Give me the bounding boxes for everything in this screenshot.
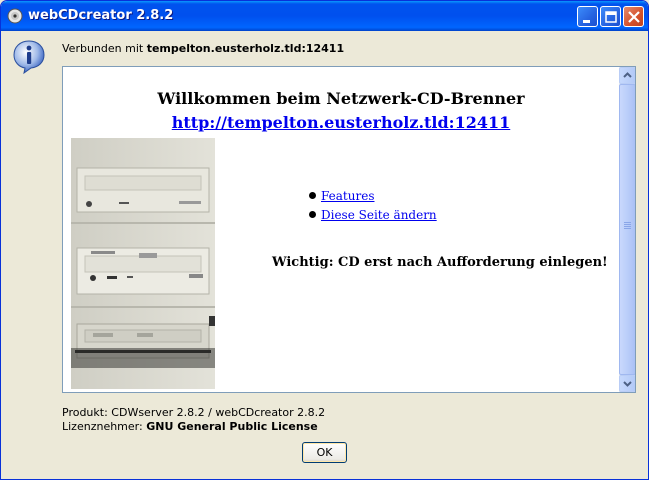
product-info: Produkt: CDWserver 2.8.2 / webCDcreator …: [62, 406, 326, 419]
license-label: Lizenznehmer:: [62, 420, 143, 433]
connection-status: Verbunden mit tempelton.eusterholz.tld:1…: [62, 42, 344, 55]
license-value: GNU General Public License: [146, 420, 318, 433]
vertical-scrollbar[interactable]: [619, 67, 635, 392]
cd-disc-icon: [7, 8, 23, 24]
important-notice: Wichtig: CD erst nach Aufforderung einle…: [272, 255, 608, 270]
license-info: Lizenznehmer: GNU General Public License: [62, 420, 318, 433]
nav-links: Features Diese Seite ändern: [309, 188, 437, 226]
html-viewer: Willkommen beim Netzwerk-CD-Brenner http…: [62, 66, 636, 393]
maximize-button[interactable]: [600, 6, 621, 27]
ok-button[interactable]: OK: [302, 442, 347, 463]
scroll-thumb[interactable]: [619, 84, 635, 375]
bullet-icon: [309, 192, 316, 199]
minimize-icon: [583, 20, 590, 23]
list-item: Diese Seite ändern: [309, 207, 437, 226]
minimize-button[interactable]: [577, 6, 598, 27]
window-title: webCDcreator 2.8.2: [28, 8, 174, 23]
dialog-window: webCDcreator 2.8.2 Verbunden mit tempelt…: [0, 0, 649, 480]
thumb-grip: [624, 222, 631, 223]
welcome-heading: Willkommen beim Netzwerk-CD-Brenner: [157, 89, 525, 108]
close-icon: [628, 11, 640, 23]
cd-burner-photo: [71, 138, 215, 389]
viewer-content: Willkommen beim Netzwerk-CD-Brenner http…: [63, 67, 619, 392]
thumb-grip: [624, 228, 631, 229]
connected-prefix: Verbunden mit: [62, 42, 144, 55]
title-bar[interactable]: webCDcreator 2.8.2: [1, 1, 648, 31]
maximize-icon: [605, 11, 617, 23]
edit-page-link[interactable]: Diese Seite ändern: [321, 208, 437, 222]
connected-host: tempelton.eusterholz.tld:12411: [146, 42, 345, 55]
info-icon: [13, 40, 45, 75]
chevron-down-icon: [623, 381, 632, 387]
thumb-grip: [624, 224, 631, 225]
bullet-icon: [309, 211, 316, 218]
thumb-grip: [624, 226, 631, 227]
chevron-up-icon: [623, 72, 632, 78]
server-url-link[interactable]: http://tempelton.eusterholz.tld:12411: [63, 113, 619, 132]
features-link[interactable]: Features: [321, 189, 374, 203]
close-button[interactable]: [623, 6, 644, 27]
scroll-down-button[interactable]: [619, 375, 635, 392]
list-item: Features: [309, 188, 437, 207]
scroll-up-button[interactable]: [619, 67, 635, 84]
